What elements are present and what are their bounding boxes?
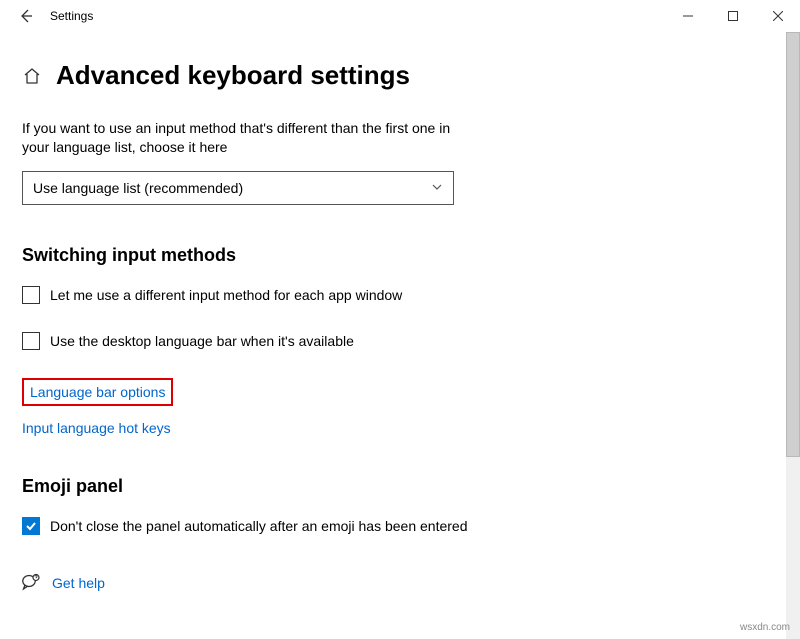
language-bar-options-link[interactable]: Language bar options — [30, 384, 165, 400]
maximize-button[interactable] — [710, 1, 755, 31]
chevron-down-icon — [431, 180, 443, 196]
page-description: If you want to use an input method that'… — [22, 119, 452, 157]
close-button[interactable] — [755, 1, 800, 31]
input-language-hotkeys-link[interactable]: Input language hot keys — [22, 420, 171, 436]
scrollbar-thumb[interactable] — [786, 32, 800, 457]
vertical-scrollbar[interactable] — [786, 32, 800, 639]
back-button[interactable] — [8, 0, 44, 32]
section-heading-switching: Switching input methods — [22, 245, 778, 266]
highlight-box: Language bar options — [22, 378, 173, 406]
checkbox-per-app-input[interactable] — [22, 286, 40, 304]
app-title: Settings — [50, 9, 93, 23]
checkbox-desktop-lang-bar[interactable] — [22, 332, 40, 350]
home-icon[interactable] — [22, 66, 42, 86]
checkbox-emoji-panel-stay-label: Don't close the panel automatically afte… — [50, 518, 467, 534]
default-input-method-select[interactable]: Use language list (recommended) — [22, 171, 454, 205]
checkbox-per-app-input-label: Let me use a different input method for … — [50, 287, 402, 303]
watermark: wsxdn.com — [740, 622, 790, 633]
section-heading-emoji: Emoji panel — [22, 476, 778, 497]
get-help-link[interactable]: Get help — [52, 575, 105, 591]
page-heading: Advanced keyboard settings — [56, 60, 410, 91]
checkbox-emoji-panel-stay[interactable] — [22, 517, 40, 535]
minimize-button[interactable] — [665, 1, 710, 31]
checkbox-desktop-lang-bar-label: Use the desktop language bar when it's a… — [50, 333, 354, 349]
help-icon — [22, 573, 40, 594]
select-value: Use language list (recommended) — [33, 180, 243, 196]
